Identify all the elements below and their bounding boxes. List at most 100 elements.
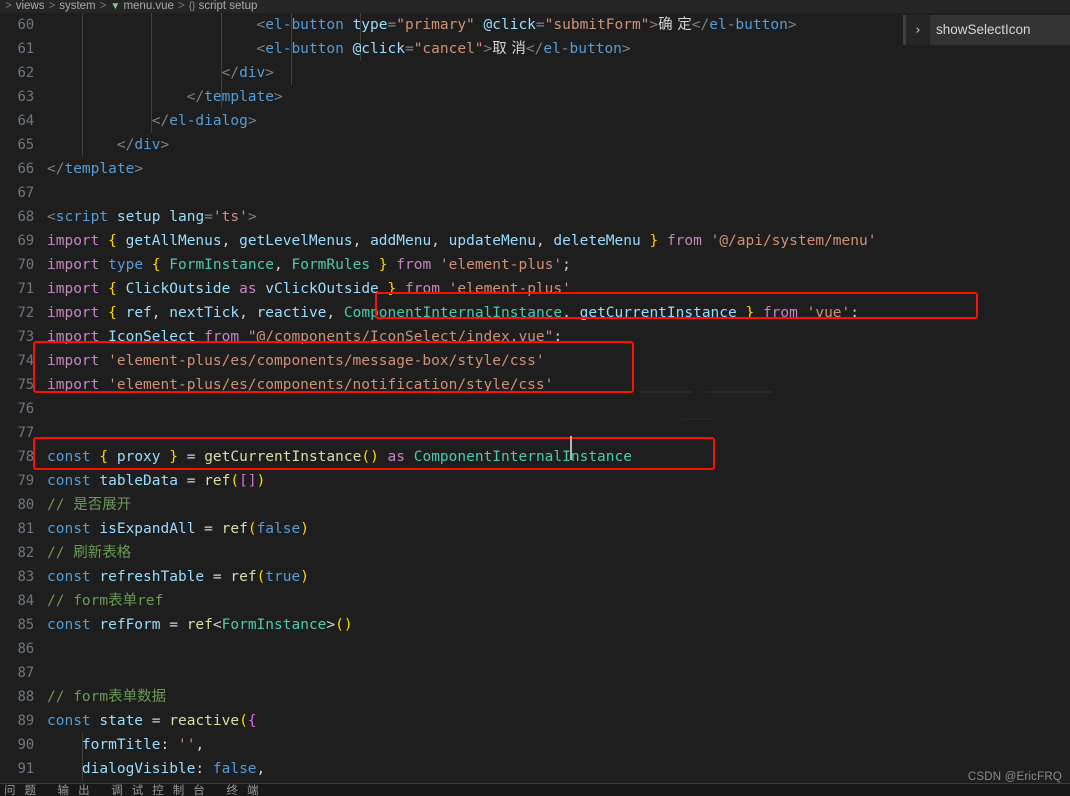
code-line[interactable]: 89 const state = reactive({	[0, 709, 1070, 733]
line-number: 90	[17, 737, 35, 753]
code-line[interactable]: 85 const refForm = ref<FormInstance>()	[0, 613, 1070, 637]
line-number: 87	[17, 665, 35, 681]
code-line[interactable]: 91 dialogVisible: false,	[0, 757, 1070, 781]
line-number: 65	[17, 137, 35, 153]
code-text: <el-button type="primary" @click="submit…	[256, 17, 797, 33]
ghost-mark	[705, 391, 773, 393]
breadcrumb-item-menu-vue[interactable]: menu.vue	[123, 0, 174, 12]
breadcrumb-separator: >	[48, 0, 56, 12]
code-text: import 'element-plus/es/components/notif…	[47, 377, 554, 393]
code-line[interactable]: 63 </template>	[0, 85, 1070, 109]
watch-variable-name[interactable]: showSelectIcon	[930, 15, 1070, 45]
code-line[interactable]: 80 // 是否展开	[0, 493, 1070, 517]
code-line[interactable]: 70 import type { FormInstance, FormRules …	[0, 253, 1070, 277]
code-text: // 是否展开	[47, 497, 132, 513]
code-text: const { proxy } = getCurrentInstance() a…	[47, 449, 632, 465]
ghost-mark	[640, 391, 692, 393]
code-line[interactable]: 82 // 刷新表格	[0, 541, 1070, 565]
code-line[interactable]: 81 const isExpandAll = ref(false)	[0, 517, 1070, 541]
code-text: import 'element-plus/es/components/messa…	[47, 353, 545, 369]
code-line[interactable]: 65 </div>	[0, 133, 1070, 157]
line-number: 67	[17, 185, 35, 201]
breadcrumb-separator: >	[177, 0, 185, 12]
code-text: const state = reactive({	[47, 713, 257, 729]
code-text: // form表单ref	[47, 593, 164, 609]
code-text: </template>	[47, 161, 144, 177]
symbol-braces-icon: {}	[188, 1, 196, 12]
line-number: 74	[17, 353, 35, 369]
line-number: 84	[17, 593, 35, 609]
breadcrumb-item-views[interactable]: views	[16, 0, 45, 12]
line-number: 79	[17, 473, 35, 489]
code-line[interactable]: 74 import 'element-plus/es/components/mes…	[0, 349, 1070, 373]
code-text: formTitle: '',	[81, 737, 205, 753]
code-text: // form表单数据	[47, 689, 167, 705]
code-line[interactable]: 79 const tableData = ref([])	[0, 469, 1070, 493]
line-number: 88	[17, 689, 35, 705]
code-text: const refForm = ref<FormInstance>()	[47, 617, 353, 633]
line-number: 73	[17, 329, 35, 345]
code-text: <el-button @click="cancel">取 消</el-butto…	[256, 41, 631, 57]
code-text: </el-dialog>	[151, 113, 257, 129]
chevron-right-icon[interactable]: ›	[906, 23, 930, 38]
code-line[interactable]: 73 import IconSelect from "@/components/I…	[0, 325, 1070, 349]
code-line[interactable]: 84 // form表单ref	[0, 589, 1070, 613]
line-number: 85	[17, 617, 35, 633]
code-line[interactable]: 68 <script setup lang='ts'>	[0, 205, 1070, 229]
text-caret	[570, 436, 572, 460]
line-number: 72	[17, 305, 35, 321]
breadcrumb-separator: >	[5, 0, 12, 12]
line-number: 77	[17, 425, 35, 441]
code-text: import { ClickOutside as vClickOutside }…	[47, 281, 571, 297]
line-number: 64	[17, 113, 35, 129]
line-number: 61	[17, 41, 35, 57]
line-number: 81	[17, 521, 35, 537]
code-line[interactable]: 71 import { ClickOutside as vClickOutside…	[0, 277, 1070, 301]
ghost-mark	[680, 418, 714, 420]
code-text: <script setup lang='ts'>	[47, 209, 257, 225]
code-line[interactable]: 62 </div>	[0, 61, 1070, 85]
line-number: 69	[17, 233, 35, 249]
code-line[interactable]: 87	[0, 661, 1070, 685]
code-line[interactable]: 88 // form表单数据	[0, 685, 1070, 709]
breadcrumb-item-script-setup[interactable]: script setup	[199, 0, 258, 12]
code-text: import { ref, nextTick, reactive, Compon…	[47, 305, 859, 321]
code-line[interactable]: 75 import 'element-plus/es/components/not…	[0, 373, 1070, 397]
code-text: import type { FormInstance, FormRules } …	[47, 257, 571, 273]
breadcrumb-separator: >	[99, 0, 107, 12]
code-line[interactable]: 69 import { getAllMenus, getLevelMenus, a…	[0, 229, 1070, 253]
breadcrumb[interactable]: > views > system > ▼ menu.vue >{} script setup	[0, 0, 1070, 13]
code-line[interactable]: 86	[0, 637, 1070, 661]
code-line[interactable]: 90 formTitle: '',	[0, 733, 1070, 757]
code-text: dialogVisible: false,	[81, 761, 266, 777]
code-line[interactable]: 66 </template>	[0, 157, 1070, 181]
code-line[interactable]: 76	[0, 397, 1070, 421]
code-line[interactable]: 78 const { proxy } = getCurrentInstance()…	[0, 445, 1070, 469]
line-number: 75	[17, 377, 35, 393]
vue-file-icon: ▼	[110, 1, 121, 12]
bottom-panel-tabs[interactable]: 问题 输出 调试控制台 终端	[0, 784, 1070, 796]
line-number: 86	[17, 641, 35, 657]
line-number: 60	[17, 17, 35, 33]
line-number: 68	[17, 209, 35, 225]
code-text: </div>	[116, 137, 170, 153]
line-number: 80	[17, 497, 35, 513]
code-text: const refreshTable = ref(true)	[47, 569, 309, 585]
code-line[interactable]: 72 import { ref, nextTick, reactive, Comp…	[0, 301, 1070, 325]
code-line[interactable]: 64 </el-dialog>	[0, 109, 1070, 133]
code-text: const isExpandAll = ref(false)	[47, 521, 309, 537]
line-number: 66	[17, 161, 35, 177]
line-number: 62	[17, 65, 35, 81]
debug-watch-popup[interactable]: › showSelectIcon	[903, 15, 1070, 45]
code-text: // 刷新表格	[47, 545, 132, 561]
code-text: import { getAllMenus, getLevelMenus, add…	[47, 233, 877, 249]
code-line[interactable]: 77	[0, 421, 1070, 445]
line-number: 76	[17, 401, 35, 417]
line-number: 78	[17, 449, 35, 465]
code-editor[interactable]: 60 <el-button type="primary" @click="sub…	[0, 13, 1070, 783]
breadcrumb-item-system[interactable]: system	[59, 0, 95, 12]
line-number: 63	[17, 89, 35, 105]
bottom-panel[interactable]: 问题 输出 调试控制台 终端	[0, 784, 1070, 796]
code-line[interactable]: 67	[0, 181, 1070, 205]
code-line[interactable]: 83 const refreshTable = ref(true)	[0, 565, 1070, 589]
